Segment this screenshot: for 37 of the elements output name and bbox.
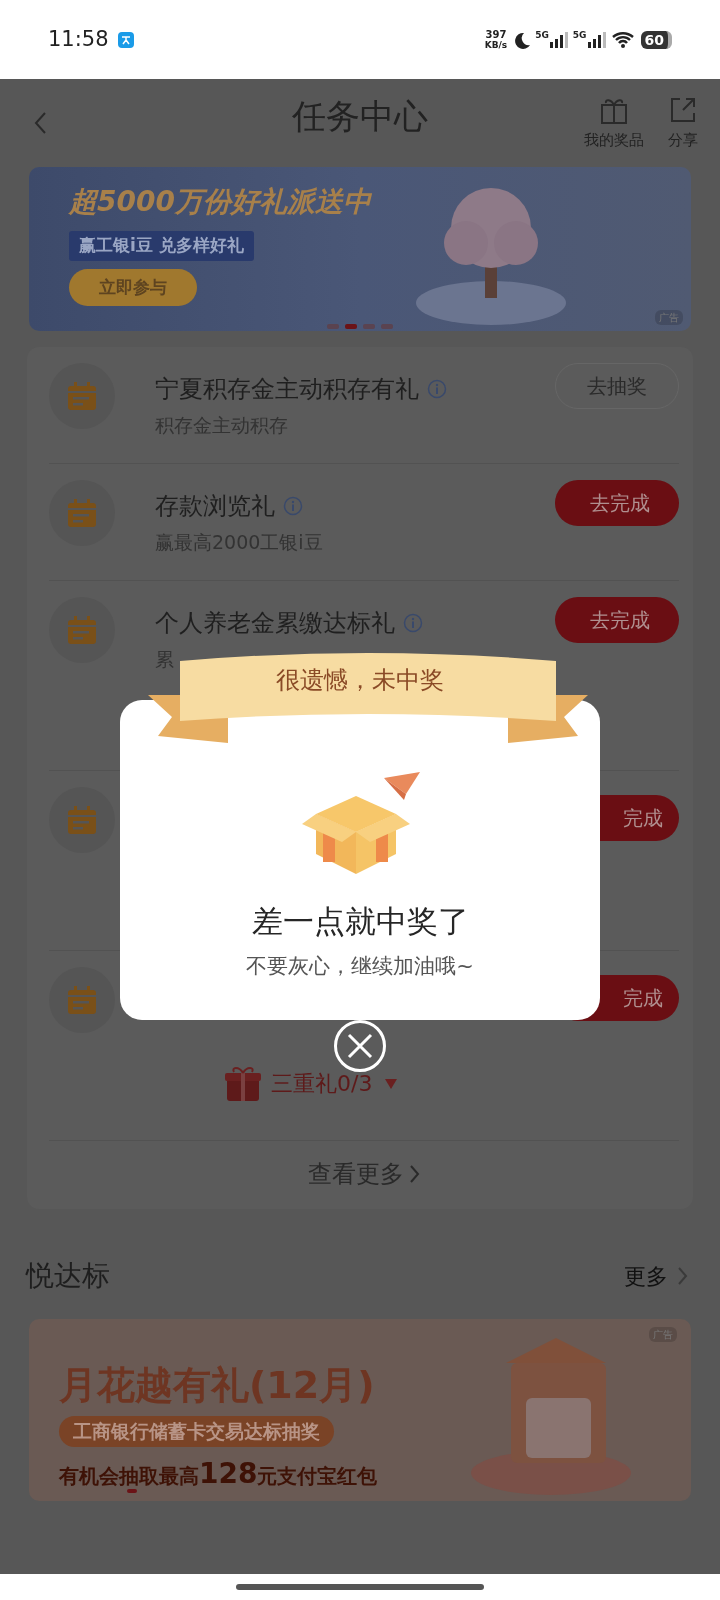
signal-icon	[548, 30, 569, 49]
reward-label: 三重礼0/3	[271, 1069, 373, 1098]
join-now-button[interactable]: 立即参与	[69, 268, 197, 306]
calendar-icon	[66, 497, 98, 529]
calendar-icon	[66, 804, 98, 836]
banner-tagline: 工商银行储蓄卡交易达标抽奖	[59, 1416, 334, 1447]
close-icon	[346, 1032, 374, 1060]
banner-headline: 超5000万份好礼派送中	[69, 184, 371, 220]
more-link[interactable]: 更多	[618, 1258, 694, 1294]
banner-detail: 有机会抽取最高128元支付宝红包	[59, 1455, 379, 1492]
chevron-right-icon	[408, 1164, 420, 1184]
gift-icon	[225, 1065, 261, 1101]
ribbon-text: 很遗憾，未中奖	[275, 665, 445, 696]
calendar-icon	[66, 380, 98, 412]
task-button[interactable]: 去完成	[555, 480, 679, 526]
calendar-icon	[66, 984, 98, 1016]
network-speed-unit: KB/s	[484, 39, 508, 50]
task-title: 个人养老金累缴达标礼	[155, 608, 395, 639]
network-type: 5G	[572, 30, 587, 40]
section-title: 悦达标	[26, 1258, 110, 1294]
app-notification-icon	[116, 30, 135, 49]
back-icon	[32, 110, 48, 136]
dialog-headline: 差一点就中奖了	[251, 902, 469, 941]
chevron-right-icon	[676, 1266, 688, 1286]
network-speed: 397	[485, 29, 507, 40]
wifi-icon	[610, 30, 635, 49]
task-title: 存款浏览礼	[155, 491, 275, 522]
calendar-icon	[66, 614, 98, 646]
battery-indicator: 60	[640, 30, 672, 49]
close-button[interactable]	[334, 1020, 386, 1072]
banner-tagline: 赢工银i豆 兑多样好礼	[69, 231, 254, 261]
status-time: 11:58	[48, 25, 109, 53]
signal-icon	[586, 30, 607, 49]
task-button[interactable]: 去完成	[555, 597, 679, 643]
task-title: 宁夏积存金主动积存有礼	[155, 374, 419, 405]
network-type: 5G	[535, 30, 549, 40]
dialog-message: 不要灰心，继续加油哦~	[246, 952, 474, 980]
